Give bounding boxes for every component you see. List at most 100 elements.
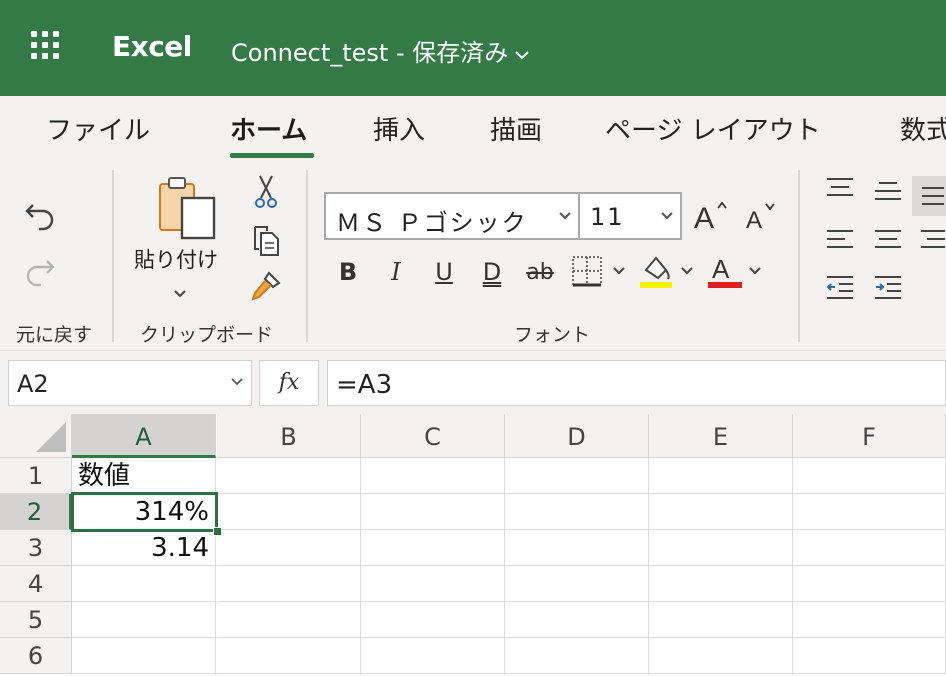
bold-button[interactable]: B: [334, 255, 362, 289]
font-name-dropdown[interactable]: ＭＳ Ｐゴシック: [324, 192, 580, 240]
row-header-5[interactable]: 5: [0, 602, 72, 638]
cell-e2[interactable]: [649, 494, 793, 530]
svg-text:A: A: [712, 254, 730, 284]
align-right-icon[interactable]: [914, 226, 946, 254]
align-left-icon[interactable]: [822, 226, 858, 254]
group-divider: [306, 170, 308, 342]
italic-button[interactable]: I: [382, 255, 410, 289]
document-title[interactable]: Connect_test - 保存済み: [231, 33, 530, 68]
cell-f6[interactable]: [793, 638, 946, 674]
column-header-d[interactable]: D: [505, 414, 649, 458]
cell-a2[interactable]: 314%: [72, 494, 216, 530]
row-header-1[interactable]: 1: [0, 458, 72, 494]
row-header-2[interactable]: 2: [0, 494, 72, 530]
insert-function-button[interactable]: fx: [259, 360, 319, 406]
cell-c1[interactable]: [361, 458, 505, 494]
cell-c3[interactable]: [361, 530, 505, 566]
redo-icon[interactable]: [20, 250, 60, 290]
row-header-3[interactable]: 3: [0, 530, 72, 566]
decrease-font-size-icon[interactable]: A: [742, 196, 782, 236]
cell-d4[interactable]: [505, 566, 649, 602]
tab-file[interactable]: ファイル: [46, 110, 150, 147]
cell-a5[interactable]: [72, 602, 216, 638]
column-header-b[interactable]: B: [217, 414, 361, 458]
cell-f2[interactable]: [793, 494, 946, 530]
decrease-indent-icon[interactable]: [822, 272, 858, 304]
format-painter-icon[interactable]: [248, 268, 284, 304]
tab-home[interactable]: ホーム: [230, 110, 307, 147]
cell-e3[interactable]: [649, 530, 793, 566]
app-name: Excel: [112, 30, 192, 63]
cell-e6[interactable]: [649, 638, 793, 674]
cell-d5[interactable]: [505, 602, 649, 638]
tab-formulas[interactable]: 数式: [900, 110, 946, 147]
cell-e5[interactable]: [649, 602, 793, 638]
cell-c5[interactable]: [361, 602, 505, 638]
align-bottom-icon[interactable]: [912, 176, 946, 216]
column-header-e[interactable]: E: [649, 414, 793, 458]
name-box[interactable]: A2: [8, 360, 252, 406]
align-center-icon[interactable]: [870, 226, 906, 254]
cell-d2[interactable]: [505, 494, 649, 530]
formula-input[interactable]: =A3: [327, 360, 946, 406]
cell-c6[interactable]: [361, 638, 505, 674]
cell-b6[interactable]: [217, 638, 361, 674]
cell-d6[interactable]: [505, 638, 649, 674]
column-header-f[interactable]: F: [793, 414, 946, 458]
font-color-button[interactable]: A: [704, 252, 764, 292]
cut-icon[interactable]: [250, 174, 282, 210]
paste-dropdown-chevron-icon[interactable]: [168, 284, 192, 304]
cell-b4[interactable]: [217, 566, 361, 602]
column-header-c[interactable]: C: [361, 414, 505, 458]
tab-draw[interactable]: 描画: [490, 110, 542, 147]
tab-insert[interactable]: 挿入: [373, 110, 425, 147]
cell-a6[interactable]: [72, 638, 216, 674]
cell-a1[interactable]: 数値: [72, 458, 216, 494]
cell-d3[interactable]: [505, 530, 649, 566]
strikethrough-button[interactable]: ab: [522, 255, 558, 289]
cell-e1[interactable]: [649, 458, 793, 494]
row-header-6[interactable]: 6: [0, 638, 72, 674]
cell-c2[interactable]: [361, 494, 505, 530]
increase-indent-icon[interactable]: [870, 272, 906, 304]
group-divider: [798, 170, 800, 342]
cell-b5[interactable]: [217, 602, 361, 638]
spreadsheet-grid: A B C D E F 1 2 3 4 5 6 数値 314% 3.14: [0, 414, 946, 676]
undo-icon[interactable]: [20, 194, 60, 234]
chevron-down-icon: [660, 206, 674, 225]
row-header-4[interactable]: 4: [0, 566, 72, 602]
cell-b1[interactable]: [217, 458, 361, 494]
align-top-icon[interactable]: [822, 174, 858, 202]
cell-f5[interactable]: [793, 602, 946, 638]
cell-d1[interactable]: [505, 458, 649, 494]
cell-f4[interactable]: [793, 566, 946, 602]
increase-font-size-icon[interactable]: A: [692, 196, 732, 236]
cell-b2[interactable]: [217, 494, 361, 530]
cell-b3[interactable]: [217, 530, 361, 566]
cell-a3[interactable]: 3.14: [72, 530, 216, 566]
copy-icon[interactable]: [248, 222, 284, 258]
column-header-a[interactable]: A: [72, 414, 216, 458]
cell-a4[interactable]: [72, 566, 216, 602]
select-all-corner[interactable]: [0, 414, 72, 458]
paste-label[interactable]: 貼り付け: [134, 244, 218, 274]
tab-page-layout[interactable]: ページ レイアウト: [605, 110, 821, 147]
app-launcher-icon[interactable]: [31, 31, 63, 63]
cell-c4[interactable]: [361, 566, 505, 602]
borders-button[interactable]: [570, 254, 630, 290]
formula-value: =A3: [336, 370, 393, 400]
paste-icon[interactable]: [156, 176, 218, 242]
document-title-text: Connect_test - 保存済み: [231, 39, 509, 67]
align-middle-icon[interactable]: [870, 178, 906, 206]
fill-color-button[interactable]: [638, 252, 696, 292]
svg-text:A: A: [746, 207, 762, 234]
underline-button[interactable]: U: [430, 255, 458, 289]
font-name-value: ＭＳ Ｐゴシック: [336, 209, 528, 237]
fill-handle[interactable]: [213, 527, 222, 536]
cell-f1[interactable]: [793, 458, 946, 494]
font-size-dropdown[interactable]: 11: [578, 192, 682, 240]
double-underline-button[interactable]: D: [478, 255, 506, 289]
cell-e4[interactable]: [649, 566, 793, 602]
chevron-down-icon: [514, 45, 530, 64]
cell-f3[interactable]: [793, 530, 946, 566]
